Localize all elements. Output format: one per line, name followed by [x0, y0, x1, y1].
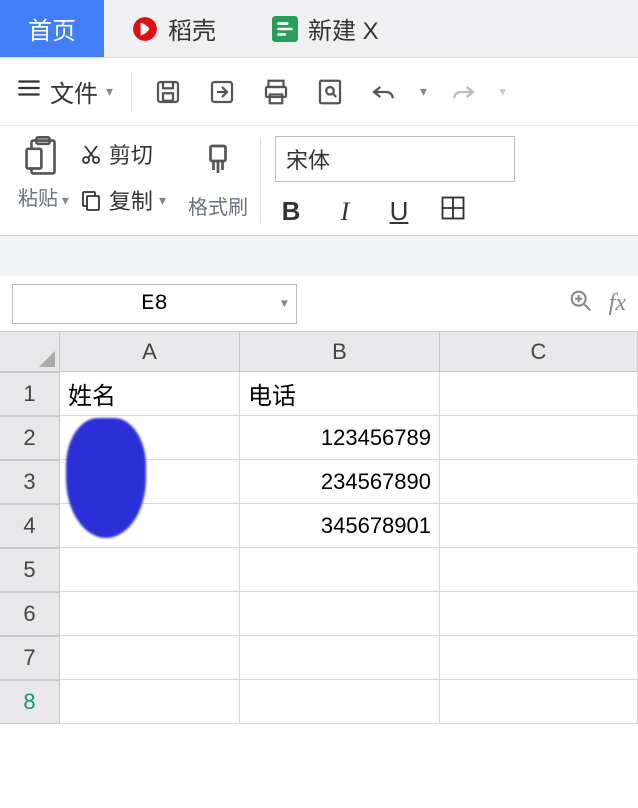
chevron-down-icon: ▼: [281, 297, 288, 311]
cell-B4[interactable]: 345678901: [240, 504, 440, 548]
print-button[interactable]: [258, 74, 294, 110]
cell-C4[interactable]: [440, 504, 638, 548]
col-header-B[interactable]: B: [240, 332, 440, 372]
print-preview-button[interactable]: [312, 74, 348, 110]
cell-A6[interactable]: [60, 592, 240, 636]
cell-A8[interactable]: [60, 680, 240, 724]
cut-label: 剪切: [109, 138, 153, 170]
row-header[interactable]: 7: [0, 636, 60, 680]
name-box[interactable]: E8 ▼: [12, 284, 297, 324]
row-header[interactable]: 3: [0, 460, 60, 504]
paste-label: 粘贴 ▾: [18, 182, 69, 211]
format-painter-button[interactable]: 格式刷: [176, 126, 260, 235]
tab-home-label: 首页: [28, 11, 76, 46]
separator: [131, 72, 132, 112]
cell-C3[interactable]: [440, 460, 638, 504]
font-name-value: 宋体: [286, 148, 330, 173]
file-menu[interactable]: 文件 ▾: [16, 74, 113, 109]
row-header[interactable]: 6: [0, 592, 60, 636]
spreadsheet-icon: [272, 16, 298, 42]
cell-C8[interactable]: [440, 680, 638, 724]
gap: [0, 236, 638, 276]
tab-home[interactable]: 首页: [0, 0, 104, 57]
paste-button[interactable]: 粘贴 ▾: [18, 134, 69, 211]
copy-dropdown-icon: ▾: [159, 192, 166, 209]
copy-label: 复制: [109, 184, 153, 216]
cell-C1[interactable]: [440, 372, 638, 416]
toolbar-ribbon: 粘贴 ▾ 剪切 复制 ▾ 格式刷 宋体 B I U: [0, 126, 638, 236]
underline-button[interactable]: U: [383, 196, 415, 227]
cut-button[interactable]: 剪切: [79, 138, 166, 170]
hamburger-icon: [16, 75, 42, 108]
select-all-corner[interactable]: [0, 332, 60, 372]
copy-button[interactable]: 复制 ▾: [79, 184, 166, 216]
cell-A2[interactable]: [60, 416, 240, 460]
save-button[interactable]: [150, 74, 186, 110]
cell-B1[interactable]: 电话: [240, 372, 440, 416]
formula-bar: E8 ▼ fx: [0, 276, 638, 332]
redo-button[interactable]: [445, 74, 481, 110]
font-name-select[interactable]: 宋体: [275, 136, 515, 182]
cell-B2[interactable]: 123456789: [240, 416, 440, 460]
col-header-C[interactable]: C: [440, 332, 638, 372]
fx-button[interactable]: fx: [609, 290, 626, 317]
zoom-icon[interactable]: [567, 287, 595, 320]
tab-new-sheet[interactable]: 新建 X: [244, 0, 407, 57]
row-header[interactable]: 8: [0, 680, 60, 724]
tab-new-label: 新建 X: [308, 11, 379, 46]
cell-B7[interactable]: [240, 636, 440, 680]
font-group: 宋体 B I U: [261, 126, 638, 235]
cell-A1[interactable]: 姓名: [60, 372, 240, 416]
app-tabs: 首页 稻壳 新建 X: [0, 0, 638, 58]
undo-dropdown[interactable]: ▾: [420, 83, 427, 100]
cell-B3[interactable]: 234567890: [240, 460, 440, 504]
cell-A7[interactable]: [60, 636, 240, 680]
row-header[interactable]: 4: [0, 504, 60, 548]
export-button[interactable]: [204, 74, 240, 110]
row-header[interactable]: 1: [0, 372, 60, 416]
docer-icon: [132, 16, 158, 42]
text-format-row: B I U: [275, 194, 624, 229]
borders-button[interactable]: [437, 194, 469, 229]
cell-C5[interactable]: [440, 548, 638, 592]
tab-docer[interactable]: 稻壳: [104, 0, 244, 57]
redo-dropdown[interactable]: ▾: [499, 83, 506, 100]
cell-B5[interactable]: [240, 548, 440, 592]
tab-docer-label: 稻壳: [168, 11, 216, 46]
toolbar-top: 文件 ▾ ▾ ▾: [0, 58, 638, 126]
name-box-value: E8: [141, 291, 167, 316]
cell-B6[interactable]: [240, 592, 440, 636]
clipboard-group: 粘贴 ▾ 剪切 复制 ▾: [0, 126, 176, 235]
cell-C6[interactable]: [440, 592, 638, 636]
chevron-down-icon: ▾: [106, 83, 113, 100]
col-header-A[interactable]: A: [60, 332, 240, 372]
row-header[interactable]: 2: [0, 416, 60, 460]
format-painter-label: 格式刷: [188, 191, 248, 220]
file-menu-label: 文件: [50, 74, 98, 109]
cell-B8[interactable]: [240, 680, 440, 724]
spreadsheet-grid[interactable]: A B C 1 姓名 电话 2 123456789 3 234567890 4 …: [0, 332, 638, 724]
row-header[interactable]: 5: [0, 548, 60, 592]
bold-button[interactable]: B: [275, 196, 307, 227]
italic-button[interactable]: I: [329, 197, 361, 227]
undo-button[interactable]: [366, 74, 402, 110]
cell-A5[interactable]: [60, 548, 240, 592]
cell-C2[interactable]: [440, 416, 638, 460]
cell-C7[interactable]: [440, 636, 638, 680]
